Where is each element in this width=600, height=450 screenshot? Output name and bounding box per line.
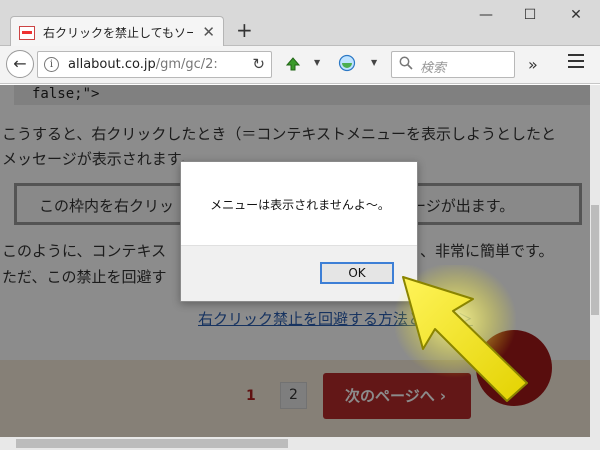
- alert-dialog: メニューは表示されませんよ～。 OK: [180, 161, 418, 302]
- green-arrow-extension-icon[interactable]: [284, 54, 302, 72]
- dialog-message: メニューは表示されませんよ～。: [210, 198, 390, 212]
- tab-close-icon[interactable]: ✕: [202, 23, 215, 41]
- url-host: allabout.co.jp: [68, 57, 156, 72]
- chevron-down-icon[interactable]: ▼: [314, 58, 320, 67]
- overflow-menu-button[interactable]: »: [528, 55, 538, 74]
- tab-title: 右クリックを禁止してもソース...: [43, 26, 193, 40]
- site-info-icon[interactable]: i: [44, 57, 59, 72]
- new-tab-button[interactable]: +: [236, 20, 253, 40]
- vertical-scrollbar[interactable]: [590, 85, 600, 437]
- search-icon: [399, 56, 413, 70]
- hamburger-menu-icon[interactable]: [568, 54, 584, 72]
- horizontal-scrollbar[interactable]: [0, 437, 600, 450]
- url-path: /gm/gc/2:: [155, 57, 218, 72]
- navigation-toolbar: ← i allabout.co.jp/gm/gc/2: ↻ ▼ ▼ 検索 »: [0, 46, 600, 84]
- url-text[interactable]: allabout.co.jp/gm/gc/2:: [68, 57, 243, 72]
- maximize-button[interactable]: ☐: [510, 4, 550, 26]
- dialog-footer: OK: [181, 245, 417, 301]
- globe-extension-icon[interactable]: [338, 54, 356, 72]
- pointing-arrow-annotation: [395, 265, 528, 402]
- search-input[interactable]: 検索: [391, 51, 515, 78]
- title-bar: 右クリックを禁止してもソース... ✕ + — ☐ ✕: [0, 0, 600, 47]
- reload-button[interactable]: ↻: [252, 55, 265, 73]
- site-favicon-icon: [19, 26, 35, 40]
- horizontal-scrollbar-thumb[interactable]: [16, 439, 288, 448]
- ok-button[interactable]: OK: [320, 262, 394, 284]
- minimize-button[interactable]: —: [466, 4, 506, 26]
- chevron-down-icon[interactable]: ▼: [371, 58, 377, 67]
- back-button[interactable]: ←: [6, 50, 34, 78]
- url-bar[interactable]: i allabout.co.jp/gm/gc/2: ↻: [37, 51, 272, 78]
- close-window-button[interactable]: ✕: [556, 4, 596, 26]
- vertical-scrollbar-thumb[interactable]: [591, 205, 599, 315]
- browser-tab[interactable]: 右クリックを禁止してもソース... ✕: [10, 16, 224, 47]
- search-placeholder: 検索: [420, 61, 447, 76]
